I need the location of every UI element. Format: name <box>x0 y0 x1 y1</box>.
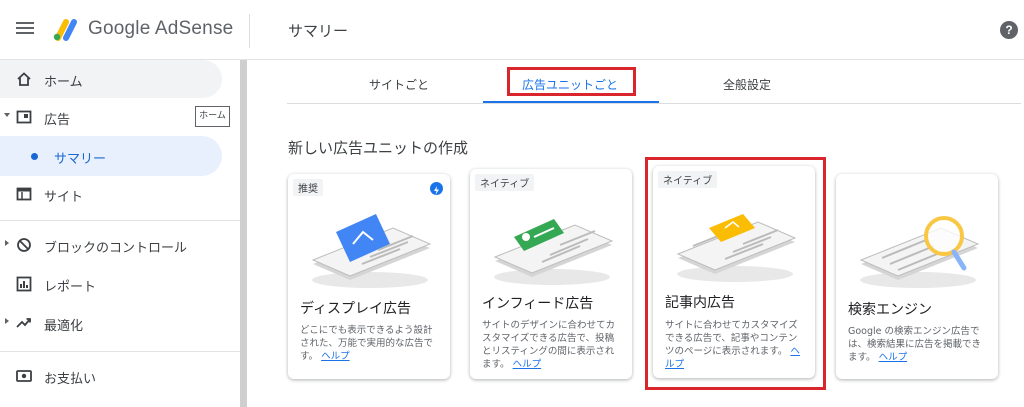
sidebar-item-label: レポート <box>44 280 97 295</box>
card-description-text: サイトのデザインに合わせてカスタマイズできる広告で、投稿とリスティングの間に表示… <box>482 320 616 370</box>
card-description: Google の検索エンジン広告では、検索結果に広告を掲載できます。 ヘルプ <box>848 325 988 364</box>
sidebar-item-label: サイト <box>44 190 84 205</box>
sidebar-item-payments[interactable]: お支払い <box>0 357 240 395</box>
sidebar-item-optimization[interactable]: 最適化 <box>0 304 240 342</box>
card-description-text: Google の検索エンジン広告では、検索結果に広告を掲載できます。 <box>848 326 982 363</box>
home-tooltip-chip: ホーム <box>195 106 230 127</box>
top-app-bar: Google AdSense サマリー ? <box>0 0 1024 60</box>
sidebar-item-block-controls[interactable]: ブロックのコントロール <box>0 226 240 264</box>
ad-type-card-search-engine[interactable]: 検索エンジン Google の検索エンジン広告では、検索結果に広告を掲載できます… <box>836 174 998 379</box>
tab-by-site[interactable]: サイトごと <box>369 76 429 93</box>
home-icon <box>17 72 31 86</box>
badge: 推奨 <box>293 179 323 196</box>
section-title: 新しい広告ユニットの作成 <box>288 139 469 157</box>
sidebar-scrollbar[interactable] <box>240 60 247 407</box>
chevron-right-icon <box>5 318 9 324</box>
sidebar-item-sites[interactable]: サイト <box>0 175 240 213</box>
card-title: ディスプレイ広告 <box>300 301 412 317</box>
sidebar-item-reports[interactable]: レポート <box>0 265 240 303</box>
menu-icon[interactable] <box>14 19 36 41</box>
help-link[interactable]: ヘルプ <box>321 351 350 362</box>
ad-type-card-in-feed[interactable]: ネイティブ インフィード広告 サイトのデザインに合わせてカスタマイズできる広告で… <box>470 169 632 379</box>
card-title: 検索エンジン <box>848 302 932 318</box>
sidebar: ホーム 広告 ホーム サマリー サイト ブロックのコントロール レポート 最適化… <box>0 60 240 407</box>
search-ad-illustration-icon <box>859 216 980 288</box>
in-feed-ad-illustration-icon <box>493 219 614 285</box>
sidebar-item-label: 最適化 <box>44 319 84 334</box>
divider <box>0 220 240 221</box>
tab-general-settings[interactable]: 全般設定 <box>723 76 771 93</box>
bolt-icon <box>430 182 443 195</box>
highlight-box <box>507 67 636 96</box>
adsense-logo-icon <box>53 19 77 41</box>
sidebar-item-label: ホーム <box>44 75 83 90</box>
page-title: サマリー <box>288 22 349 40</box>
ad-type-card-display[interactable]: 推奨 ディスプレイ広告 どこにでも表示できるよう設計された、万能で実用的な広告で… <box>288 174 450 379</box>
ads-icon <box>16 110 32 124</box>
active-tab-indicator <box>483 101 659 103</box>
payment-icon <box>16 370 32 382</box>
highlight-box <box>645 157 826 390</box>
badge: ネイティブ <box>475 174 535 191</box>
brand-name: Google AdSense <box>88 18 234 39</box>
help-link[interactable]: ヘルプ <box>513 359 542 370</box>
chevron-right-icon <box>5 240 9 246</box>
sidebar-item-summary[interactable]: サマリー <box>0 136 222 176</box>
help-icon[interactable]: ? <box>1000 21 1018 39</box>
active-dot <box>31 153 38 160</box>
block-icon <box>17 238 31 252</box>
sidebar-item-label: サマリー <box>54 152 107 167</box>
trend-icon <box>16 318 31 328</box>
sidebar-item-label: お支払い <box>44 372 97 387</box>
divider <box>249 14 250 48</box>
card-title: インフィード広告 <box>482 296 594 312</box>
card-description-text: どこにでも表示できるよう設計された、万能で実用的な広告です。 <box>300 325 434 362</box>
chevron-down-icon <box>4 113 10 117</box>
sidebar-item-home[interactable]: ホーム <box>0 60 222 98</box>
site-icon <box>16 187 32 201</box>
sidebar-item-label: 広告 <box>44 113 71 128</box>
sidebar-item-ads[interactable]: 広告 ホーム <box>0 98 240 136</box>
divider <box>0 351 240 352</box>
sidebar-item-label: ブロックのコントロール <box>44 241 188 256</box>
help-link[interactable]: ヘルプ <box>879 352 908 363</box>
tab-bar: サイトごと 広告ユニットごと 全般設定 <box>287 64 1021 104</box>
card-description: サイトのデザインに合わせてカスタマイズできる広告で、投稿とリスティングの間に表示… <box>482 319 622 371</box>
report-icon <box>16 276 32 292</box>
display-ad-illustration-icon <box>311 214 432 288</box>
card-description: どこにでも表示できるよう設計された、万能で実用的な広告です。 ヘルプ <box>300 324 440 363</box>
